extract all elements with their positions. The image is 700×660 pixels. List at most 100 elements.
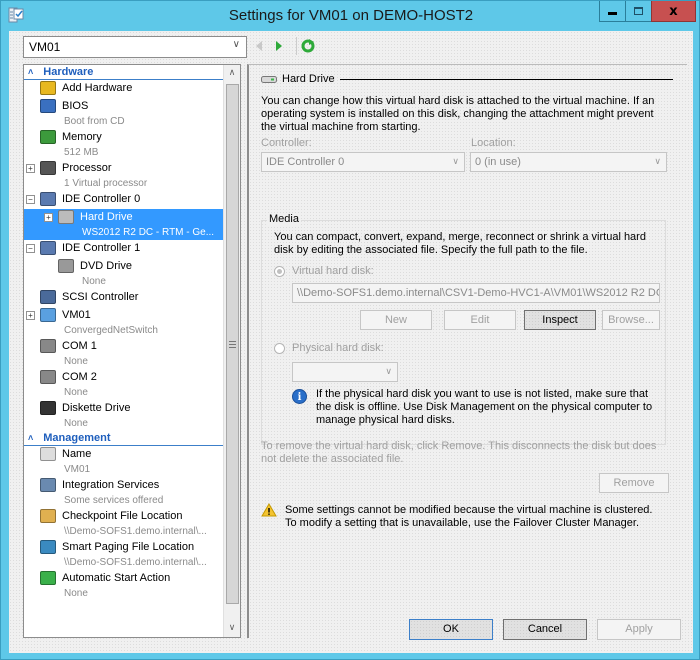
hard-drive-icon	[58, 210, 74, 224]
title-bar[interactable]: Settings for VM01 on DEMO-HOST2 x	[1, 1, 700, 31]
tree-item-scsi-controller[interactable]: SCSI Controller	[24, 289, 224, 307]
collapse-icon[interactable]: −	[26, 195, 35, 204]
minimize-button[interactable]	[599, 1, 626, 22]
tree-item-label: Automatic Start Action	[62, 572, 171, 584]
tree-item-ide-controller-1[interactable]: − IDE Controller 1	[24, 240, 224, 258]
tree-item-com-1[interactable]: COM 1 None	[24, 338, 224, 369]
add-hardware-icon	[40, 81, 56, 95]
physical-disk-dropdown[interactable]: ∨	[292, 362, 398, 382]
inspect-button-label: Inspect	[542, 314, 578, 326]
inspect-button[interactable]: Inspect	[524, 310, 596, 330]
tree-item-dvd-drive[interactable]: DVD Drive None	[24, 258, 224, 289]
settings-tree[interactable]: ˄ Hardware Add Hardware BIOS Boot from CD M…	[23, 64, 241, 638]
location-value: 0 (in use)	[475, 156, 521, 168]
tree-item-add-hardware[interactable]: Add Hardware	[24, 80, 224, 98]
new-button[interactable]: New	[360, 310, 432, 330]
info-icon: i	[292, 389, 307, 404]
physical-disk-info: If the physical hard disk you want to us…	[316, 388, 653, 426]
cluster-warning: Some settings cannot be modified because…	[285, 504, 653, 529]
cancel-button[interactable]: Cancel	[503, 619, 587, 640]
tree-item-label: BIOS	[62, 100, 89, 112]
expand-icon[interactable]: +	[26, 164, 35, 173]
scroll-thumb[interactable]	[226, 84, 239, 604]
media-group: Media You can compact, convert, expand, …	[261, 213, 666, 445]
window-title: Settings for VM01 on DEMO-HOST2	[228, 7, 474, 24]
tree-item-automatic-start-action[interactable]: Automatic Start Action None	[24, 570, 224, 601]
chevron-down-icon: ∨	[232, 39, 240, 50]
memory-icon	[40, 130, 56, 144]
tree-item-vm01[interactable]: + VM01 ConvergedNetSwitch	[24, 307, 224, 338]
scroll-down-button[interactable]: ∨	[224, 620, 240, 637]
scsi-controller-icon	[40, 290, 56, 304]
ide-controller-icon	[40, 192, 56, 206]
integration-services-icon	[40, 478, 56, 492]
scroll-up-button[interactable]: ∧	[224, 65, 240, 82]
chevron-down-icon: ∨	[654, 156, 661, 166]
collapse-icon: ˄	[28, 433, 34, 443]
tree-item-bios[interactable]: BIOS Boot from CD	[24, 98, 224, 129]
back-arrow-icon	[256, 41, 262, 51]
tree-item-memory[interactable]: Memory 512 MB	[24, 129, 224, 160]
physical-hard-disk-label: Physical hard disk:	[292, 342, 384, 354]
network-adapter-icon	[40, 308, 56, 322]
vm-selector-dropdown[interactable]: VM01 ∨	[23, 36, 247, 58]
ok-button[interactable]: OK	[409, 619, 493, 640]
tree-item-label: Hard Drive	[80, 211, 133, 223]
tree-item-detail: None	[64, 588, 88, 599]
expand-icon[interactable]: +	[26, 311, 35, 320]
header-rule	[339, 78, 673, 80]
vhd-path-field[interactable]: \\Demo-SOFS1.demo.internal\CSV1-Demo-HVC…	[292, 283, 660, 303]
chevron-down-icon: ∨	[385, 366, 392, 376]
tree-item-label: IDE Controller 1	[62, 242, 141, 254]
tree-item-detail: ConvergedNetSwitch	[64, 325, 158, 336]
tree-item-name[interactable]: Name VM01	[24, 446, 224, 477]
close-button[interactable]: x	[651, 1, 696, 22]
tree-item-diskette-drive[interactable]: Diskette Drive None	[24, 400, 224, 431]
virtual-hard-disk-radio[interactable]	[274, 266, 285, 277]
tree-item-integration-services[interactable]: Integration Services Some services offere…	[24, 477, 224, 508]
tree-item-processor[interactable]: + Processor 1 Virtual processor	[24, 160, 224, 191]
diskette-icon	[40, 401, 56, 415]
tree-item-smart-paging-file-location[interactable]: Smart Paging File Location \\Demo-SOFS1.d…	[24, 539, 224, 570]
physical-hard-disk-radio[interactable]	[274, 343, 285, 354]
expand-icon[interactable]: +	[44, 213, 53, 222]
maximize-button[interactable]	[625, 1, 652, 22]
tree-item-label: DVD Drive	[80, 260, 132, 272]
edit-button-label: Edit	[470, 314, 490, 326]
dvd-drive-icon	[58, 259, 74, 273]
cancel-button-label: Cancel	[527, 623, 563, 635]
bios-icon	[40, 99, 56, 113]
tree-item-label: COM 2	[62, 371, 97, 383]
forward-button[interactable]	[271, 38, 287, 54]
section-management[interactable]: ˄ Management	[24, 431, 224, 446]
intro-text: You can change how this virtual hard dis…	[261, 95, 655, 133]
tree-item-label: Diskette Drive	[62, 402, 131, 414]
edit-button[interactable]: Edit	[444, 310, 516, 330]
tree-item-detail: Boot from CD	[64, 116, 125, 127]
refresh-button[interactable]	[300, 38, 316, 54]
controller-dropdown[interactable]: IDE Controller 0 ∨	[261, 152, 465, 172]
apply-button[interactable]: Apply	[597, 619, 681, 640]
tree-item-label: Name	[62, 448, 92, 460]
tree-item-detail: None	[64, 418, 88, 429]
smart-paging-icon	[40, 540, 56, 554]
refresh-icon	[301, 39, 315, 53]
tree-item-com-2[interactable]: COM 2 None	[24, 369, 224, 400]
tree-scrollbar[interactable]: ∧ ∨	[223, 65, 240, 637]
remove-button[interactable]: Remove	[599, 473, 669, 493]
back-button[interactable]	[251, 38, 267, 54]
tree-item-ide-controller-0[interactable]: − IDE Controller 0	[24, 191, 224, 209]
tree-item-checkpoint-file-location[interactable]: Checkpoint File Location \\Demo-SOFS1.dem…	[24, 508, 224, 539]
controller-value: IDE Controller 0	[266, 156, 345, 168]
collapse-icon[interactable]: −	[26, 244, 35, 253]
ok-button-label: OK	[443, 623, 459, 635]
tree-item-hard-drive[interactable]: + Hard Drive WS2012 R2 DC - RTM - Ge...	[24, 209, 224, 240]
virtual-hard-disk-label: Virtual hard disk:	[292, 265, 374, 277]
tree-item-detail: VM01	[64, 464, 91, 475]
browse-button[interactable]: Browse...	[602, 310, 660, 330]
settings-window: Settings for VM01 on DEMO-HOST2 x VM01 ∨	[0, 0, 700, 660]
ide-controller-icon	[40, 241, 56, 255]
tree-item-detail: None	[82, 276, 106, 287]
section-hardware[interactable]: ˄ Hardware	[24, 65, 224, 80]
location-dropdown[interactable]: 0 (in use) ∨	[470, 152, 667, 172]
